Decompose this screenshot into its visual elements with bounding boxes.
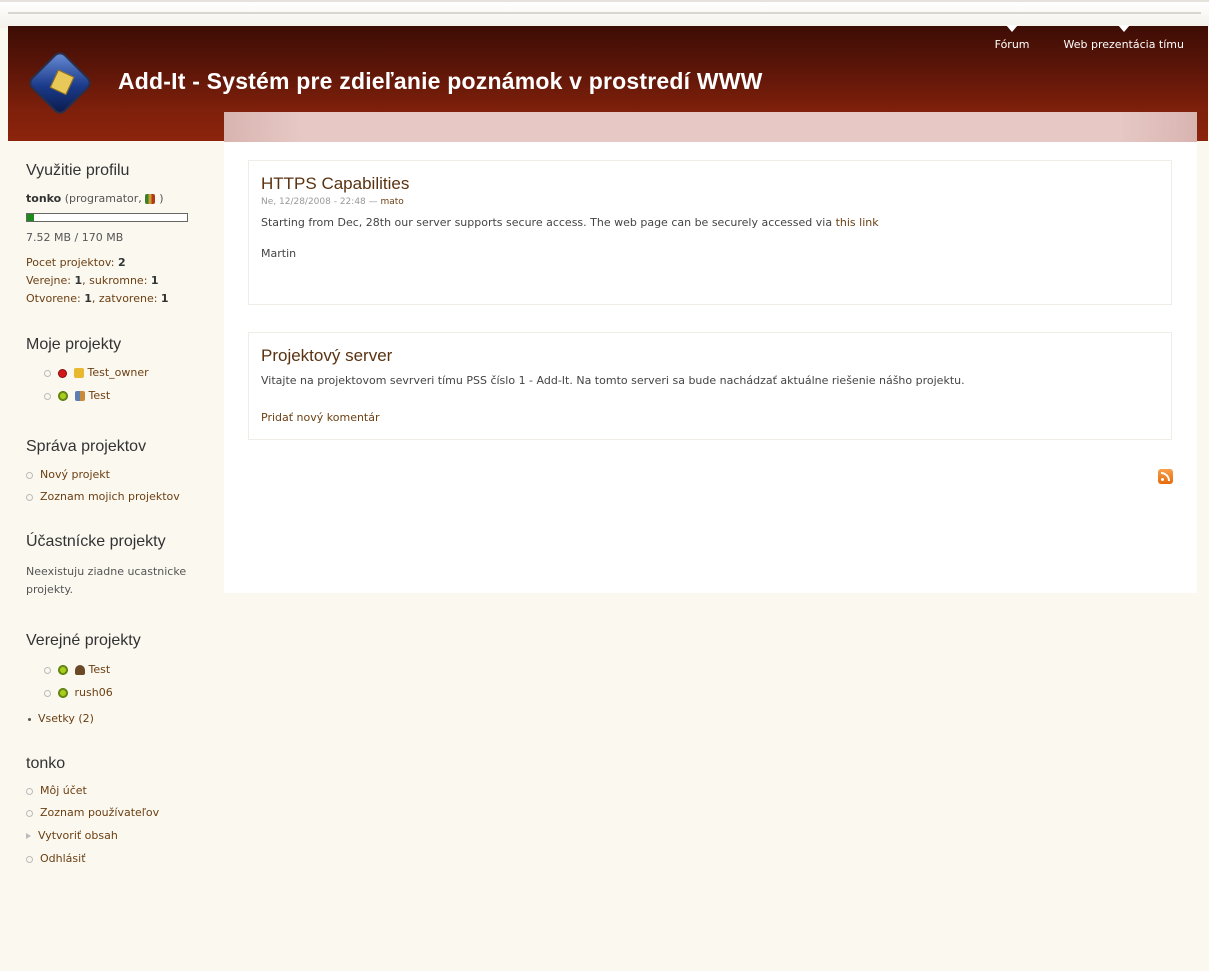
post-meta: Ne, 12/28/2008 - 22:48 — mato xyxy=(261,197,404,207)
profile-usage-heading: Využitie profilu xyxy=(26,162,130,179)
my-project-item[interactable]: Test xyxy=(44,389,110,402)
all-public-projects-link[interactable]: Vsetky (2) xyxy=(28,712,94,725)
open-closed-count: Otvorene: 1, zatvorene: 1 xyxy=(26,292,169,305)
post-title[interactable]: Projektový server xyxy=(261,346,1159,366)
post-body: Starting from Dec, 28th our server suppo… xyxy=(261,216,879,229)
user-icon xyxy=(74,665,85,675)
my-projects-list-link[interactable]: Zoznam mojich projektov xyxy=(26,490,180,503)
secure-link[interactable]: this link xyxy=(836,216,879,229)
top-navigation: Fórum Web prezentácia tímu xyxy=(995,25,1184,51)
participant-empty-text-2: projekty. xyxy=(26,583,73,596)
rss-feed-icon[interactable] xyxy=(1158,469,1173,484)
post-title[interactable]: HTTPS Capabilities xyxy=(261,174,1159,194)
lock-icon xyxy=(73,368,84,378)
browser-top-strip xyxy=(0,0,1209,28)
my-projects-heading: Moje projekty xyxy=(26,336,122,353)
public-project-item[interactable]: Test xyxy=(44,663,110,676)
profile-user-line: tonko (programator, ) xyxy=(26,192,164,205)
status-green-icon xyxy=(58,688,68,698)
user-menu-heading: tonko xyxy=(26,755,66,772)
nav-team-presentation[interactable]: Web prezentácia tímu xyxy=(1064,25,1184,51)
post-signature: Martin xyxy=(261,247,297,260)
status-red-icon xyxy=(58,368,67,378)
group-icon xyxy=(74,391,85,401)
site-logo-icon[interactable] xyxy=(28,51,92,115)
my-account-link[interactable]: Môj účet xyxy=(26,784,87,797)
username: tonko xyxy=(26,192,62,205)
new-project-link[interactable]: Nový projekt xyxy=(26,468,110,481)
post-projektovy-server: Projektový server Vitajte na projektovom… xyxy=(248,332,1172,440)
public-projects-heading: Verejné projekty xyxy=(26,632,141,649)
logout-link[interactable]: Odhlásiť xyxy=(26,852,86,865)
projects-count: Pocet projektov: 2 xyxy=(26,256,126,269)
participant-projects-heading: Účastnícke projekty xyxy=(26,533,166,550)
my-project-item[interactable]: Test_owner xyxy=(44,366,149,379)
manage-projects-heading: Správa projektov xyxy=(26,438,147,455)
post-author-link[interactable]: mato xyxy=(381,197,404,207)
participant-empty-text: Neexistuju ziadne ucastnicke xyxy=(26,565,187,578)
role-chart-icon xyxy=(145,194,156,204)
public-project-item[interactable]: rush06 xyxy=(44,686,113,699)
public-private-count: Verejne: 1, sukromne: 1 xyxy=(26,274,159,287)
nav-forum[interactable]: Fórum xyxy=(995,25,1030,51)
add-comment-link[interactable]: Pridať nový komentár xyxy=(261,411,380,424)
status-green-icon xyxy=(58,391,68,401)
site-title[interactable]: Add-It - Systém pre zdieľanie poznámok v… xyxy=(118,68,763,95)
post-https-capabilities: HTTPS Capabilities Ne, 12/28/2008 - 22:4… xyxy=(248,160,1172,305)
create-content-link[interactable]: Vytvoriť obsah xyxy=(26,829,118,842)
users-list-link[interactable]: Zoznam používateľov xyxy=(26,806,159,819)
storage-usage-text: 7.52 MB / 170 MB xyxy=(26,231,124,244)
content-top-band xyxy=(224,112,1197,142)
status-green-icon xyxy=(58,665,68,675)
storage-progress-fill xyxy=(27,214,35,221)
storage-progress-bar xyxy=(26,213,188,222)
post-body: Vitajte na projektovom sevrveri tímu PSS… xyxy=(261,374,965,387)
